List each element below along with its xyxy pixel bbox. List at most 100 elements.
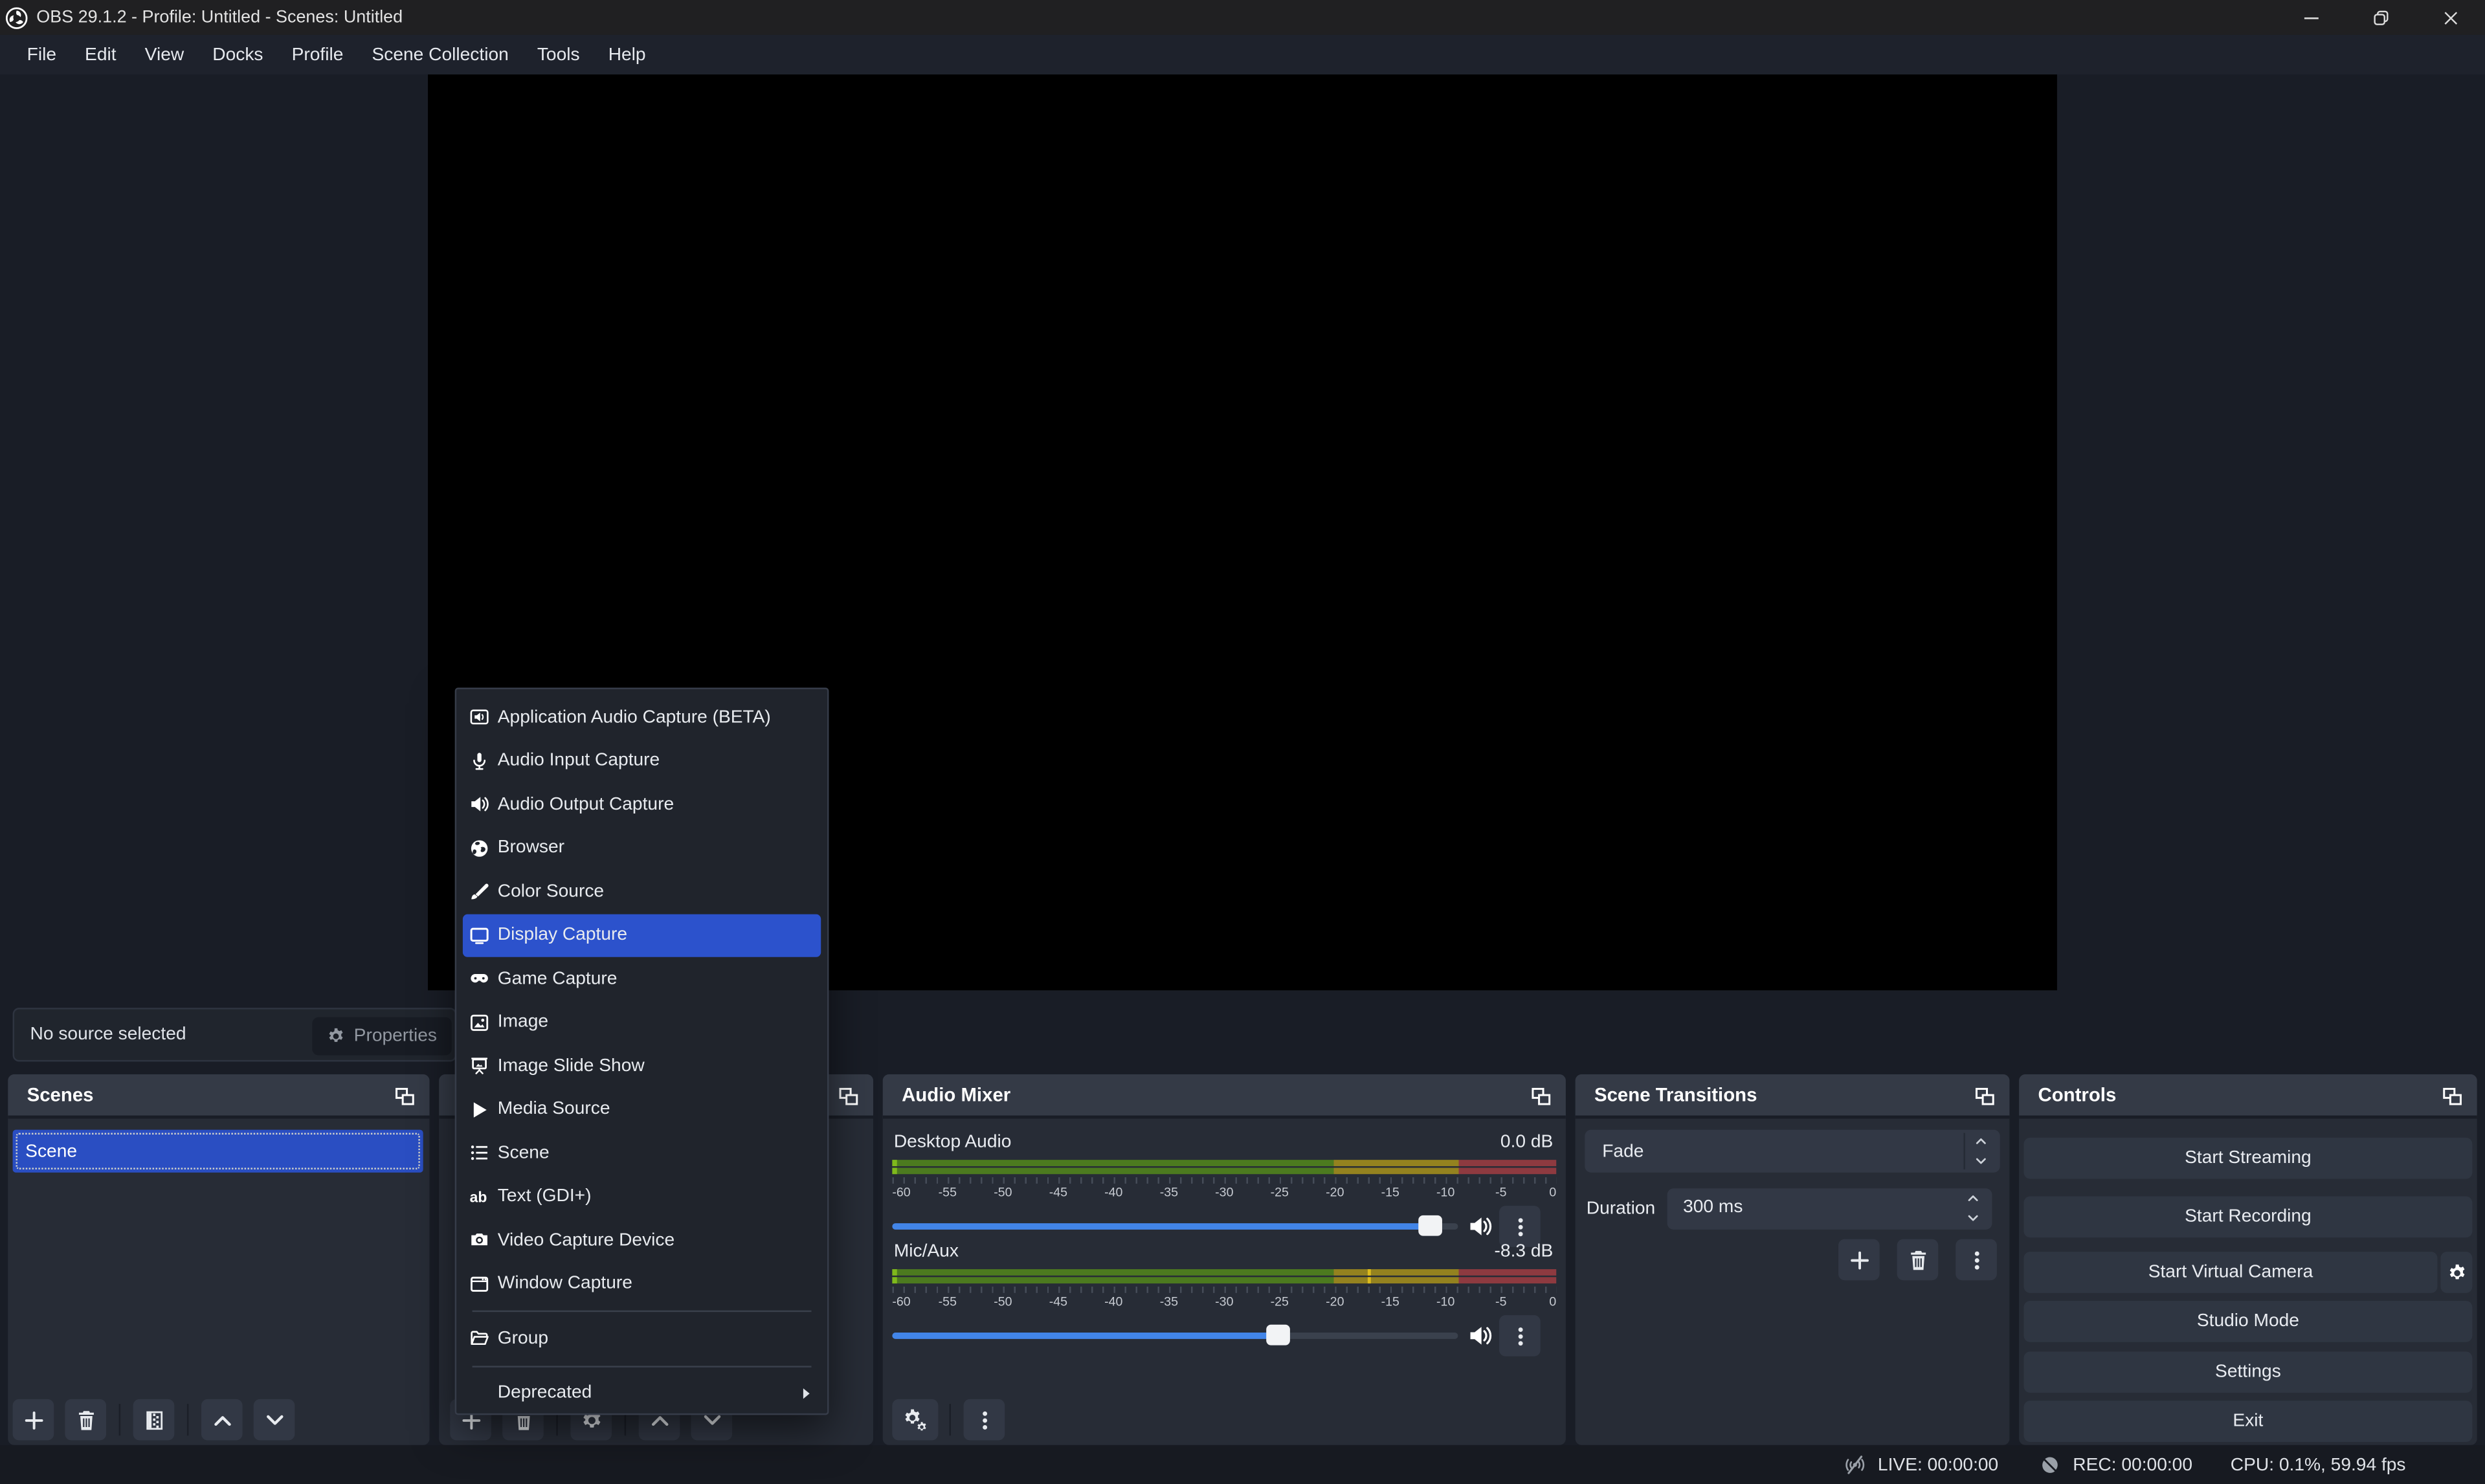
- menu-item-media-source[interactable]: Media Source: [456, 1088, 827, 1131]
- scenes-move-down-button[interactable]: [254, 1399, 295, 1441]
- channel-level-db: -8.3 dB: [1495, 1242, 1554, 1261]
- game-capture-icon: [469, 969, 490, 990]
- studio-mode-button[interactable]: Studio Mode: [2023, 1301, 2472, 1342]
- menu-item-deprecated[interactable]: Deprecated: [456, 1371, 827, 1415]
- minimize-icon: [2301, 7, 2321, 28]
- menu-item-audio-input-capture[interactable]: Audio Input Capture: [456, 739, 827, 782]
- volume-slider[interactable]: [892, 1223, 1458, 1230]
- speaker-icon[interactable]: [1467, 1323, 1493, 1348]
- transitions-toolbar: [1576, 1239, 2010, 1281]
- spin-up-icon[interactable]: [1973, 1135, 1989, 1147]
- volume-meter: [892, 1269, 1556, 1285]
- menu-item-game-capture[interactable]: Game Capture: [456, 957, 827, 1001]
- transition-select[interactable]: Fade: [1585, 1130, 2000, 1173]
- menu-item-color-source[interactable]: Color Source: [456, 870, 827, 913]
- speaker-icon[interactable]: [1467, 1213, 1493, 1239]
- menu-item-browser[interactable]: Browser: [456, 826, 827, 870]
- channel-menu-button[interactable]: [1499, 1206, 1541, 1247]
- volume-slider-handle[interactable]: [1266, 1325, 1290, 1346]
- menu-item-image[interactable]: Image: [456, 1001, 827, 1044]
- video-capture-device-icon: [469, 1230, 490, 1250]
- spin-up-icon[interactable]: [1965, 1191, 1981, 1204]
- menu-docks[interactable]: Docks: [198, 35, 277, 74]
- channel-menu-button[interactable]: [1499, 1315, 1541, 1357]
- minimize-button[interactable]: [2276, 0, 2346, 35]
- move-up-icon: [210, 1408, 234, 1432]
- remove-transition-button[interactable]: [1897, 1239, 1939, 1281]
- add-source-context-menu: Application Audio Capture (BETA)Audio In…: [455, 688, 829, 1415]
- menu-file[interactable]: File: [13, 35, 71, 74]
- scenes-filters-button[interactable]: [133, 1399, 175, 1441]
- duration-spinbox[interactable]: 300 ms: [1667, 1188, 1992, 1230]
- menu-item-group[interactable]: Group: [456, 1317, 827, 1360]
- scenes-add-button[interactable]: [13, 1399, 54, 1441]
- scenes-remove-button[interactable]: [65, 1399, 106, 1441]
- mixer-bottom-toolbar: [892, 1399, 1014, 1441]
- menu-scene-collection[interactable]: Scene Collection: [357, 35, 522, 74]
- menu-item-window-capture[interactable]: Window Capture: [456, 1262, 827, 1305]
- gear-icon: [2446, 1262, 2467, 1283]
- popout-icon[interactable]: [837, 1085, 859, 1107]
- scene-list-item[interactable]: Scene: [13, 1130, 423, 1173]
- toolbar-separator: [187, 1404, 188, 1435]
- popout-icon[interactable]: [1973, 1085, 1995, 1107]
- toolbar-separator: [119, 1404, 120, 1435]
- meter-peak-tick: [1367, 1277, 1370, 1283]
- status-bar: LIVE: 00:00:00 REC: 00:00:00 CPU: 0.1%, …: [0, 1445, 2485, 1484]
- spin-down-icon[interactable]: [1965, 1212, 1981, 1225]
- rec-time: REC: 00:00:00: [2073, 1456, 2192, 1474]
- exit-button[interactable]: Exit: [2023, 1401, 2472, 1442]
- start-recording-button[interactable]: Start Recording: [2023, 1196, 2472, 1237]
- menu-separator: [473, 1365, 812, 1366]
- menu-item-video-capture-device[interactable]: Video Capture Device: [456, 1219, 827, 1262]
- start-streaming-button[interactable]: Start Streaming: [2023, 1138, 2472, 1179]
- menu-profile[interactable]: Profile: [278, 35, 358, 74]
- menu-item-audio-output-capture[interactable]: Audio Output Capture: [456, 782, 827, 826]
- volume-slider-handle[interactable]: [1418, 1215, 1442, 1236]
- popout-icon[interactable]: [2440, 1085, 2462, 1107]
- group-folder-icon: [469, 1328, 490, 1349]
- audio-output-capture-icon: [469, 794, 490, 815]
- mixer-menu-button[interactable]: [964, 1399, 1005, 1441]
- menu-item-image-slide-show[interactable]: Image Slide Show: [456, 1044, 827, 1087]
- transition-properties-button[interactable]: [1956, 1239, 1997, 1281]
- virtual-camera-config-button[interactable]: [2440, 1252, 2472, 1293]
- menu-item-application-audio-capture-beta[interactable]: Application Audio Capture (BETA): [456, 696, 827, 739]
- menu-item-display-capture[interactable]: Display Capture: [463, 913, 821, 957]
- scenes-panel-header: Scenes: [8, 1074, 429, 1119]
- start-virtual-camera-button[interactable]: Start Virtual Camera: [2023, 1252, 2437, 1293]
- toolbar-separator: [950, 1404, 951, 1435]
- restore-button[interactable]: [2345, 0, 2415, 35]
- menu-separator: [473, 1311, 812, 1312]
- menu-tools[interactable]: Tools: [523, 35, 594, 74]
- menu-help[interactable]: Help: [594, 35, 660, 74]
- kebab-icon: [972, 1408, 996, 1432]
- text-gdi-icon: ab: [469, 1186, 490, 1207]
- scenes-toolbar: [13, 1399, 306, 1441]
- meter-peak-tick: [1367, 1269, 1370, 1276]
- settings-button[interactable]: Settings: [2023, 1351, 2472, 1393]
- volume-slider[interactable]: [892, 1333, 1458, 1339]
- properties-button[interactable]: Properties: [312, 1017, 451, 1056]
- cpu-fps-stats: CPU: 0.1%, 59.94 fps: [2231, 1456, 2406, 1474]
- advanced-audio-properties-button[interactable]: [892, 1399, 938, 1441]
- menu-item-text-gdi[interactable]: abText (GDI+): [456, 1175, 827, 1218]
- add-transition-button[interactable]: [1838, 1239, 1880, 1281]
- gear-icon: [327, 1026, 346, 1045]
- menu-edit[interactable]: Edit: [71, 35, 131, 74]
- controls-panel-header: Controls: [2019, 1074, 2477, 1119]
- popout-icon[interactable]: [393, 1085, 415, 1107]
- scenes-move-up-button[interactable]: [201, 1399, 243, 1441]
- volume-meter: [892, 1160, 1556, 1175]
- menu-item-scene[interactable]: Scene: [456, 1131, 827, 1175]
- kebab-icon: [1965, 1248, 1989, 1272]
- popout-icon[interactable]: [1530, 1085, 1552, 1107]
- spin-down-icon[interactable]: [1973, 1155, 1989, 1168]
- kebab-icon: [1508, 1324, 1532, 1348]
- scenes-panel-title: Scenes: [27, 1084, 94, 1106]
- channel-name: Desktop Audio: [894, 1133, 1012, 1152]
- close-button[interactable]: [2415, 0, 2485, 35]
- scene-transitions-panel: Scene Transitions Fade Duration 300 ms: [1576, 1074, 2010, 1445]
- scenes-panel: Scenes Scene: [8, 1074, 429, 1445]
- menu-view[interactable]: View: [131, 35, 199, 74]
